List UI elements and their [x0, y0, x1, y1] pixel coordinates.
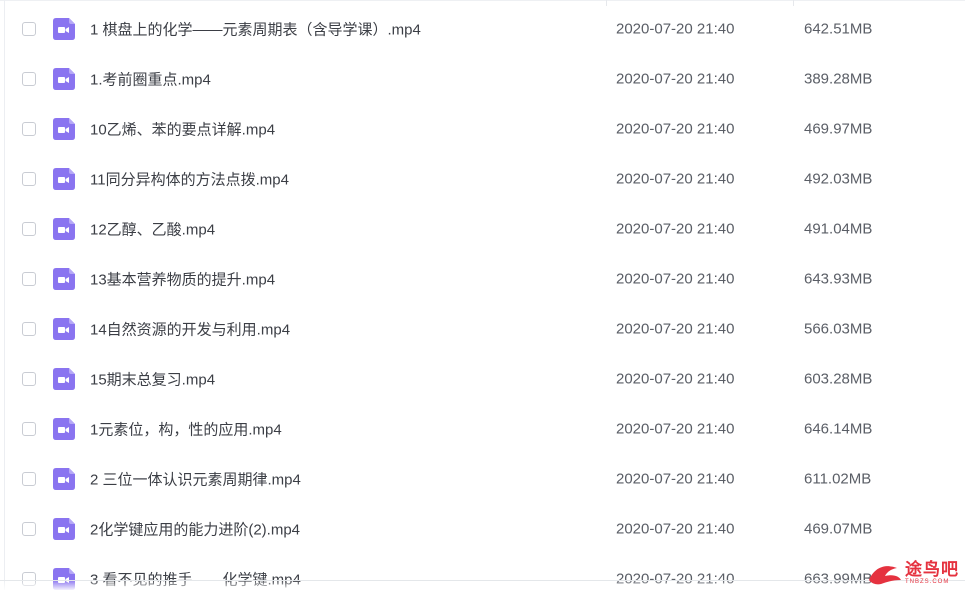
file-row[interactable]: 1.考前圈重点.mp4 2020-07-20 21:40 389.28MB — [0, 54, 965, 104]
file-name[interactable]: 14自然资源的开发与利用.mp4 — [90, 319, 290, 340]
file-size: 469.07MB — [804, 520, 873, 538]
file-date: 2020-07-20 21:40 — [616, 420, 735, 438]
file-date: 2020-07-20 21:40 — [616, 270, 735, 288]
checkbox-icon[interactable] — [22, 322, 36, 336]
file-size: 469.97MB — [804, 120, 873, 138]
checkbox-icon[interactable] — [22, 22, 36, 36]
checkbox-icon[interactable] — [22, 72, 36, 86]
checkbox-icon[interactable] — [22, 222, 36, 236]
checkbox-icon[interactable] — [22, 472, 36, 486]
file-size: 642.51MB — [804, 20, 873, 38]
file-size: 611.02MB — [804, 470, 872, 488]
file-size: 643.93MB — [804, 270, 873, 288]
watermark-subtext: TNBZS.COM — [905, 578, 950, 585]
checkbox-icon[interactable] — [22, 122, 36, 136]
file-name[interactable]: 1元素位，构，性的应用.mp4 — [90, 419, 282, 440]
file-date: 2020-07-20 21:40 — [616, 520, 735, 538]
top-border — [0, 0, 965, 1]
file-row[interactable]: 13基本营养物质的提升.mp4 2020-07-20 21:40 643.93MB — [0, 254, 965, 304]
file-date: 2020-07-20 21:40 — [616, 70, 735, 88]
file-row[interactable]: 15期末总复习.mp4 2020-07-20 21:40 603.28MB — [0, 354, 965, 404]
file-date: 2020-07-20 21:40 — [616, 120, 735, 138]
video-file-icon[interactable] — [53, 18, 75, 40]
file-date: 2020-07-20 21:40 — [616, 220, 735, 238]
watermark: 途鸟吧 TNBZS.COM — [867, 560, 959, 586]
file-size: 603.28MB — [804, 370, 873, 388]
file-size: 492.03MB — [804, 170, 873, 188]
file-name[interactable]: 10乙烯、苯的要点详解.mp4 — [90, 119, 275, 140]
file-size: 646.14MB — [804, 420, 873, 438]
file-row[interactable]: 11同分异构体的方法点拨.mp4 2020-07-20 21:40 492.03MB — [0, 154, 965, 204]
file-row[interactable]: 2 三位一体认识元素周期律.mp4 2020-07-20 21:40 611.02M… — [0, 454, 965, 504]
file-name[interactable]: 15期末总复习.mp4 — [90, 369, 215, 390]
video-file-icon[interactable] — [53, 118, 75, 140]
video-file-icon[interactable] — [53, 168, 75, 190]
file-name[interactable]: 12乙醇、乙酸.mp4 — [90, 219, 215, 240]
file-row[interactable]: 1 棋盘上的化学——元素周期表（含导学课）.mp4 2020-07-20 21:4… — [0, 4, 965, 54]
file-name[interactable]: 11同分异构体的方法点拨.mp4 — [90, 169, 289, 190]
video-file-icon[interactable] — [53, 518, 75, 540]
checkbox-icon[interactable] — [22, 522, 36, 536]
checkbox-icon[interactable] — [22, 422, 36, 436]
file-row[interactable]: 10乙烯、苯的要点详解.mp4 2020-07-20 21:40 469.97MB — [0, 104, 965, 154]
bottom-fade — [0, 580, 965, 590]
file-size: 491.04MB — [804, 220, 873, 238]
bird-logo-icon — [869, 566, 901, 585]
file-name[interactable]: 2化学键应用的能力进阶(2).mp4 — [90, 519, 300, 540]
file-row[interactable]: 14自然资源的开发与利用.mp4 2020-07-20 21:40 566.03MB — [0, 304, 965, 354]
checkbox-icon[interactable] — [22, 172, 36, 186]
file-list: 1 棋盘上的化学——元素周期表（含导学课）.mp4 2020-07-20 21:4… — [0, 0, 965, 590]
checkbox-icon[interactable] — [22, 372, 36, 386]
video-file-icon[interactable] — [53, 268, 75, 290]
video-file-icon[interactable] — [53, 68, 75, 90]
file-date: 2020-07-20 21:40 — [616, 320, 735, 338]
file-name[interactable]: 1 棋盘上的化学——元素周期表（含导学课）.mp4 — [90, 19, 421, 40]
watermark-text: 途鸟吧 — [905, 559, 959, 579]
file-date: 2020-07-20 21:40 — [616, 170, 735, 188]
file-name[interactable]: 13基本营养物质的提升.mp4 — [90, 269, 275, 290]
video-file-icon[interactable] — [53, 218, 75, 240]
file-rows: 1 棋盘上的化学——元素周期表（含导学课）.mp4 2020-07-20 21:4… — [0, 4, 965, 590]
checkbox-icon[interactable] — [22, 272, 36, 286]
video-file-icon[interactable] — [53, 418, 75, 440]
file-name[interactable]: 2 三位一体认识元素周期律.mp4 — [90, 469, 301, 490]
file-date: 2020-07-20 21:40 — [616, 370, 735, 388]
video-file-icon[interactable] — [53, 368, 75, 390]
file-row[interactable]: 12乙醇、乙酸.mp4 2020-07-20 21:40 491.04MB — [0, 204, 965, 254]
file-name[interactable]: 1.考前圈重点.mp4 — [90, 69, 211, 90]
video-file-icon[interactable] — [53, 318, 75, 340]
file-row[interactable]: 2化学键应用的能力进阶(2).mp4 2020-07-20 21:40 469.07… — [0, 504, 965, 554]
file-row[interactable]: 1元素位，构，性的应用.mp4 2020-07-20 21:40 646.14MB — [0, 404, 965, 454]
file-date: 2020-07-20 21:40 — [616, 20, 735, 38]
file-size: 566.03MB — [804, 320, 873, 338]
file-date: 2020-07-20 21:40 — [616, 470, 735, 488]
file-size: 389.28MB — [804, 70, 873, 88]
video-file-icon[interactable] — [53, 468, 75, 490]
